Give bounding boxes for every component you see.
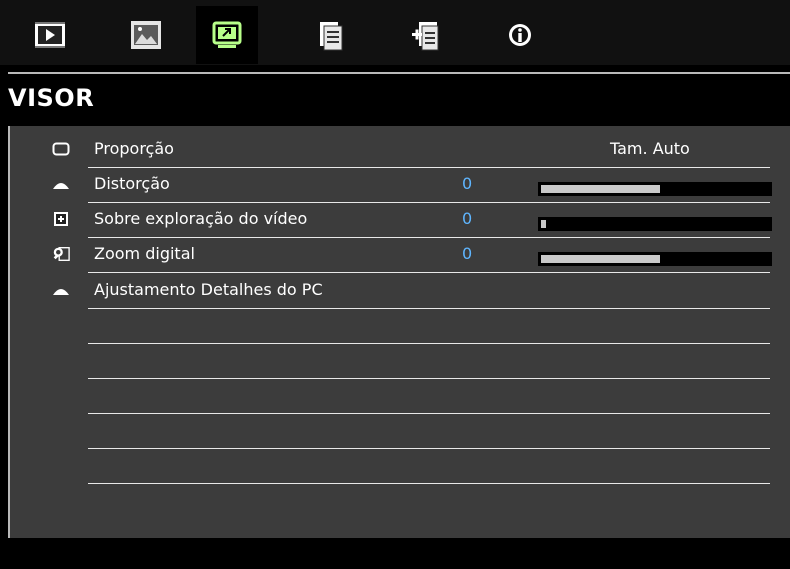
empty-menu-row <box>40 309 770 344</box>
empty-menu-row <box>40 344 770 379</box>
menu-item-label: Zoom digital <box>94 244 195 263</box>
row-divider <box>88 272 770 273</box>
tab-image-play[interactable] <box>22 6 78 64</box>
row-divider <box>88 483 770 484</box>
digital-zoom-slider[interactable] <box>538 252 772 266</box>
menu-tab-bar <box>0 0 790 66</box>
aspect-ratio-value[interactable]: Tam. Auto <box>610 139 690 158</box>
tab-info[interactable] <box>492 6 548 64</box>
overscan-slider[interactable] <box>538 217 772 231</box>
tab-bar-divider <box>0 65 790 69</box>
picture-settings-icon <box>131 21 161 49</box>
menu-item-label: Proporção <box>94 139 174 158</box>
tab-document-plus[interactable] <box>398 6 454 64</box>
digital-zoom-value: 0 <box>462 244 473 263</box>
tab-picture-settings[interactable] <box>118 6 174 64</box>
menu-header <box>8 74 790 126</box>
osd-frame: VISOR Proporção Tam. Auto Distorção 0 So… <box>0 0 790 569</box>
empty-menu-row <box>40 449 770 484</box>
display-screen-icon <box>212 21 242 48</box>
document-settings-icon <box>320 22 343 51</box>
image-play-icon <box>35 22 65 48</box>
menu-item-overscan[interactable]: Sobre exploração do vídeo 0 <box>40 203 772 238</box>
overscan-icon <box>52 210 70 228</box>
tab-display[interactable] <box>196 6 258 64</box>
page-title: VISOR <box>8 84 95 112</box>
info-icon <box>509 24 531 46</box>
menu-item-digital-zoom[interactable]: Zoom digital 0 <box>40 238 772 273</box>
menu-item-label: Ajustamento Detalhes do PC <box>94 280 323 299</box>
keystone-value: 0 <box>462 174 473 193</box>
empty-menu-row <box>40 379 770 414</box>
pc-detail-triangle-icon <box>52 281 70 299</box>
keystone-slider[interactable] <box>538 182 772 196</box>
menu-item-aspect-ratio[interactable]: Proporção Tam. Auto <box>40 133 770 168</box>
document-plus-icon <box>412 22 439 51</box>
menu-footer <box>8 538 790 569</box>
menu-item-keystone[interactable]: Distorção 0 <box>40 168 772 203</box>
tab-document-settings[interactable] <box>302 6 358 64</box>
menu-item-pc-detail[interactable]: Ajustamento Detalhes do PC <box>40 274 770 309</box>
digital-zoom-icon <box>52 245 70 263</box>
slider-fill <box>541 255 660 263</box>
slider-fill <box>541 185 660 193</box>
slider-fill <box>541 220 546 228</box>
aspect-ratio-icon <box>52 140 70 158</box>
empty-menu-row <box>40 414 770 449</box>
menu-item-label: Sobre exploração do vídeo <box>94 209 308 228</box>
overscan-value: 0 <box>462 209 473 228</box>
keystone-triangle-icon <box>52 175 70 193</box>
menu-item-label: Distorção <box>94 174 170 193</box>
